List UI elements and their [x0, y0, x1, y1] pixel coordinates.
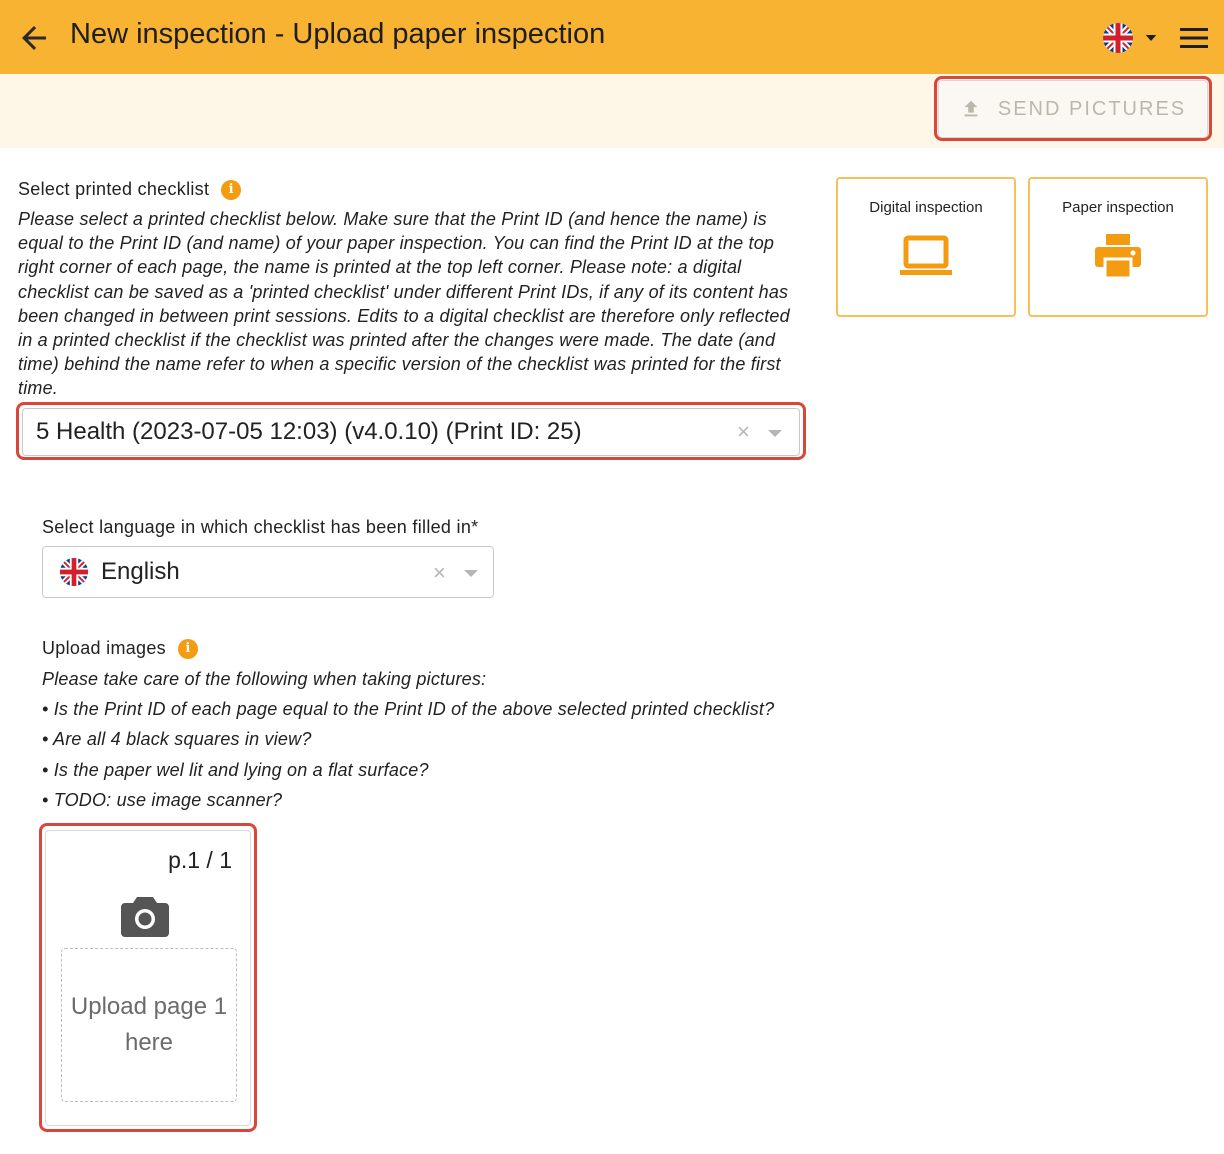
menu-button[interactable]	[1178, 24, 1210, 52]
tip-item: • TODO: use image scanner?	[42, 789, 283, 810]
upload-tips: Please take care of the following when t…	[42, 664, 774, 815]
checklist-help-text: Please select a printed checklist below.…	[18, 209, 790, 399]
page-indicator: p.1 / 1	[168, 847, 232, 873]
clear-icon[interactable]: ×	[433, 560, 446, 586]
digital-inspection-card[interactable]: Digital inspection	[836, 177, 1016, 317]
upload-label-row: Upload images i	[42, 638, 198, 660]
language-select[interactable]: English ×	[42, 546, 494, 598]
tip-item: • Are all 4 black squares in view?	[42, 729, 312, 750]
checklist-select[interactable]: 5 Health (2023-07-05 12:03) (v4.0.10) (P…	[22, 408, 800, 456]
checklist-label-row: Select printed checklist i	[18, 179, 242, 201]
uk-flag-icon	[1103, 23, 1133, 53]
printer-icon	[1095, 234, 1141, 278]
upload-intro: Please take care of the following when t…	[42, 669, 487, 689]
caret-down-icon[interactable]	[464, 570, 478, 577]
send-pictures-label: SEND PICTURES	[997, 97, 1187, 120]
tip-item: • Is the paper wel lit and lying on a fl…	[42, 759, 429, 780]
laptop-icon	[900, 235, 952, 275]
uk-flag-icon	[59, 557, 89, 587]
info-icon[interactable]: i	[221, 180, 242, 201]
camera-icon[interactable]	[121, 895, 169, 937]
checklist-select-value: 5 Health (2023-07-05 12:03) (v4.0.10) (P…	[36, 418, 582, 445]
arrow-left-icon	[22, 26, 46, 50]
language-menu-button[interactable]	[1102, 22, 1162, 54]
paper-inspection-label: Paper inspection	[1062, 199, 1174, 216]
upload-icon	[964, 100, 978, 117]
caret-down-icon	[1145, 35, 1157, 41]
hamburger-menu-icon	[1180, 28, 1208, 48]
paper-inspection-card[interactable]: Paper inspection	[1028, 177, 1208, 317]
clear-icon[interactable]: ×	[737, 419, 750, 445]
language-label: Select language in which checklist has b…	[42, 517, 479, 537]
language-select-value: English	[101, 558, 180, 585]
send-pictures-button[interactable]: SEND PICTURES	[938, 80, 1208, 138]
back-button[interactable]	[16, 20, 52, 56]
digital-inspection-label: Digital inspection	[869, 199, 983, 216]
drop-zone-text: Upload page 1 here	[70, 993, 228, 1056]
checklist-label: Select printed checklist	[18, 179, 210, 199]
tip-item: • Is the Print ID of each page equal to …	[42, 699, 775, 720]
caret-down-icon[interactable]	[768, 430, 782, 437]
upload-drop-zone[interactable]: Upload page 1 here	[61, 948, 237, 1102]
upload-page-card: p.1 / 1 Upload page 1 here	[45, 830, 251, 1126]
upload-label: Upload images	[42, 638, 166, 658]
page-title: New inspection - Upload paper inspection	[70, 18, 606, 50]
info-icon[interactable]: i	[177, 639, 198, 660]
app-bar: New inspection - Upload paper inspection	[0, 0, 1224, 74]
